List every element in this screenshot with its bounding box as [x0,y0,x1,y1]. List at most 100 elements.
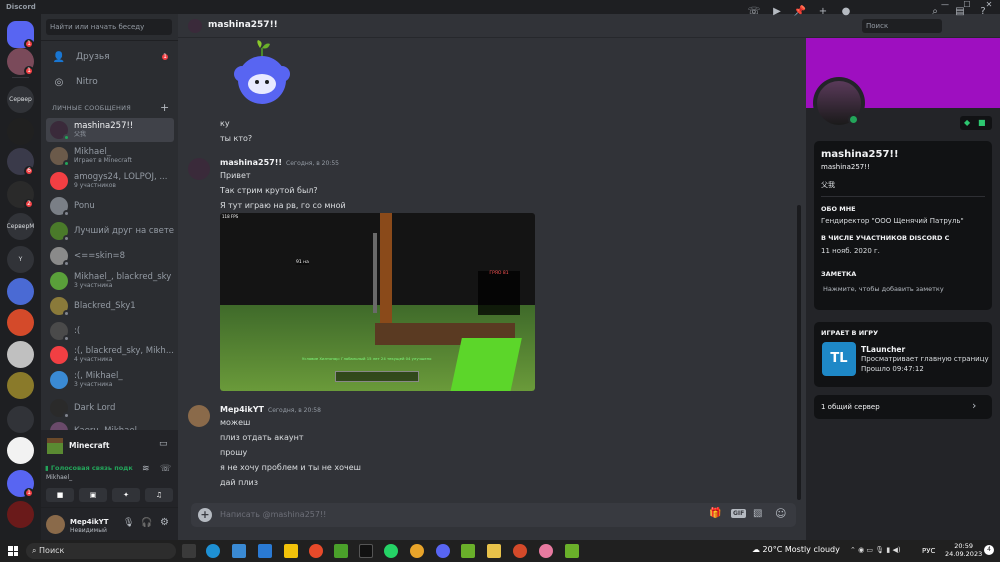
scrollbar[interactable] [797,205,801,500]
hypesquad-icon[interactable]: ◆ [964,118,970,127]
message-input-box[interactable]: + Написать @mashina257!! 🎁 GIF ▧ ☺ [191,503,796,527]
message-avatar[interactable] [188,405,210,427]
app-icon[interactable] [284,544,298,558]
start-icon[interactable] [8,546,18,556]
bluestacks-icon[interactable] [461,544,475,558]
minecraft-icon [47,438,63,454]
author-name[interactable]: mashina257!! [220,158,282,167]
dm-search-input[interactable]: Найти или начать беседу [46,19,172,35]
chrome-3-icon[interactable] [513,544,527,558]
server-icon[interactable] [7,437,34,464]
server-icon[interactable]: СерверМ [7,213,34,240]
mail-icon[interactable] [258,544,272,558]
attach-icon[interactable]: + [198,508,212,522]
mic-icon[interactable]: 🎙 [123,518,134,528]
user-name: Mep4ikYT [70,518,109,526]
tray-icons[interactable]: ⌃ ◉ ▭ 🎙 ▮ ◀) [850,546,901,554]
dm-item[interactable]: amogys24, LOLPOJ, ... 9 участников [46,169,174,193]
server-icon[interactable] [7,501,34,528]
server-icon[interactable] [7,406,34,433]
image-attachment[interactable]: ГРЯО 81 118 FPS 91 на Условие Хилтонар: … [220,213,535,391]
message-author[interactable]: Mep4ikYT Сегодня, в 20:58 [220,405,321,414]
member-since-label: В ЧИСЛЕ УЧАСТНИКОВ DISCORD С [821,234,950,242]
sticker-icon[interactable]: ▧ [753,508,762,519]
activity-button[interactable]: ✦ [112,488,140,502]
server-icon[interactable] [7,118,34,145]
header-search-input[interactable]: Поиск [862,19,942,33]
dm-item[interactable]: Blackred_Sky1 [46,294,174,318]
server-icon[interactable] [7,309,34,336]
screen-icon[interactable]: ▭ [159,439,168,449]
dm-item[interactable]: :(, blackred_sky, Mikh... 4 участника [46,343,174,367]
screenshare-button[interactable]: ▣ [79,488,107,502]
whatsapp-icon[interactable] [384,544,398,558]
discord-icon[interactable] [436,544,450,558]
video-call-icon[interactable]: ▶ [770,5,784,19]
pin-icon[interactable]: 📌 [793,5,807,19]
weather[interactable]: ☁ 20°C Mostly cloudy [752,545,840,554]
store-icon[interactable] [232,544,246,558]
server-icon[interactable] [7,372,34,399]
clock[interactable]: 20:59 24.09.2023 [945,542,982,558]
dm-name: :(, blackred_sky, Mikh... [74,346,174,356]
dm-item[interactable]: <==skin=8 [46,244,174,268]
user-avatar[interactable] [46,515,65,534]
status-indicator [63,210,70,217]
author-name[interactable]: Mep4ikYT [220,405,264,414]
dm-item[interactable]: :( [46,319,174,343]
dm-item[interactable]: Лучший друг на свете [46,219,174,243]
soundboard-button[interactable]: ♫ [145,488,173,502]
notification-icon[interactable]: 4 [984,545,994,555]
mutual-label: 1 общий сервер [821,403,880,411]
badge-icon[interactable]: ■ [978,118,986,127]
dm-item[interactable]: Ponu [46,194,174,218]
message-avatar[interactable] [188,158,210,180]
disconnect-icon[interactable]: ☏ [160,464,171,474]
app-2-icon[interactable] [539,544,553,558]
add-friend-icon[interactable]: + [816,5,830,19]
minecraft-launcher-icon[interactable] [334,544,348,558]
message-input[interactable]: Написать @mashina257!! [220,510,326,519]
dm-item[interactable]: mashina257!! 父我 [46,118,174,142]
server-icon[interactable]: Сервер [7,86,34,113]
badges: ◆ ■ [960,116,992,130]
nitro-nav[interactable]: ◎ Nitro [49,71,173,93]
dm-item[interactable]: Mikhael_ Играет в Minecraft [46,144,174,168]
language[interactable]: РУС [922,547,935,555]
settings-icon[interactable]: ⚙ [160,517,169,528]
message-line: ты кто? [220,134,253,143]
note-input[interactable]: Нажмите, чтобы добавить заметку [823,285,944,293]
taskview-icon[interactable] [182,544,196,558]
profile-card: mashina257!! mashina257!! 父我 ОБО МНЕ Ген… [814,141,992,310]
help-icon[interactable]: ? [976,5,990,19]
create-dm-icon[interactable]: + [160,101,169,114]
video-button[interactable]: ■ [46,488,74,502]
chrome-2-icon[interactable] [410,544,424,558]
dm-item[interactable]: Dark Lord [46,396,174,420]
message-line: ку [220,119,230,128]
gift-icon[interactable]: 🎁 [709,508,721,519]
minecraft-icon[interactable] [565,544,579,558]
friends-nav[interactable]: 👤 Друзья [49,46,173,68]
taskbar-search[interactable]: ⌕ Поиск [26,543,176,559]
server-badge: 1 [24,66,34,76]
gif-icon[interactable]: GIF [731,509,747,518]
message-author[interactable]: mashina257!! Сегодня, в 20:55 [220,158,339,167]
noise-icon[interactable]: ≋ [142,464,150,474]
dm-item[interactable]: Mikhael_, blackred_sky 3 участника [46,269,174,293]
dm-item[interactable]: :(, Mikhael_ 3 участника [46,368,174,392]
chrome-icon[interactable] [309,544,323,558]
profile-toggle-icon[interactable]: ● [839,5,853,19]
taskbar-search-label: Поиск [39,546,65,555]
server-icon[interactable] [7,341,34,368]
mutual-servers[interactable]: 1 общий сервер › [814,395,992,419]
voice-call-icon[interactable]: ☏ [747,5,761,19]
server-icon[interactable]: Y [7,246,34,273]
tiktok-icon[interactable] [359,544,373,558]
explorer-icon[interactable] [487,544,501,558]
edge-icon[interactable] [206,544,220,558]
inbox-icon[interactable]: ▤ [953,5,967,19]
emoji-icon[interactable]: ☺ [775,507,786,520]
headphones-icon[interactable]: 🎧 [141,518,152,528]
server-icon[interactable] [7,278,34,305]
